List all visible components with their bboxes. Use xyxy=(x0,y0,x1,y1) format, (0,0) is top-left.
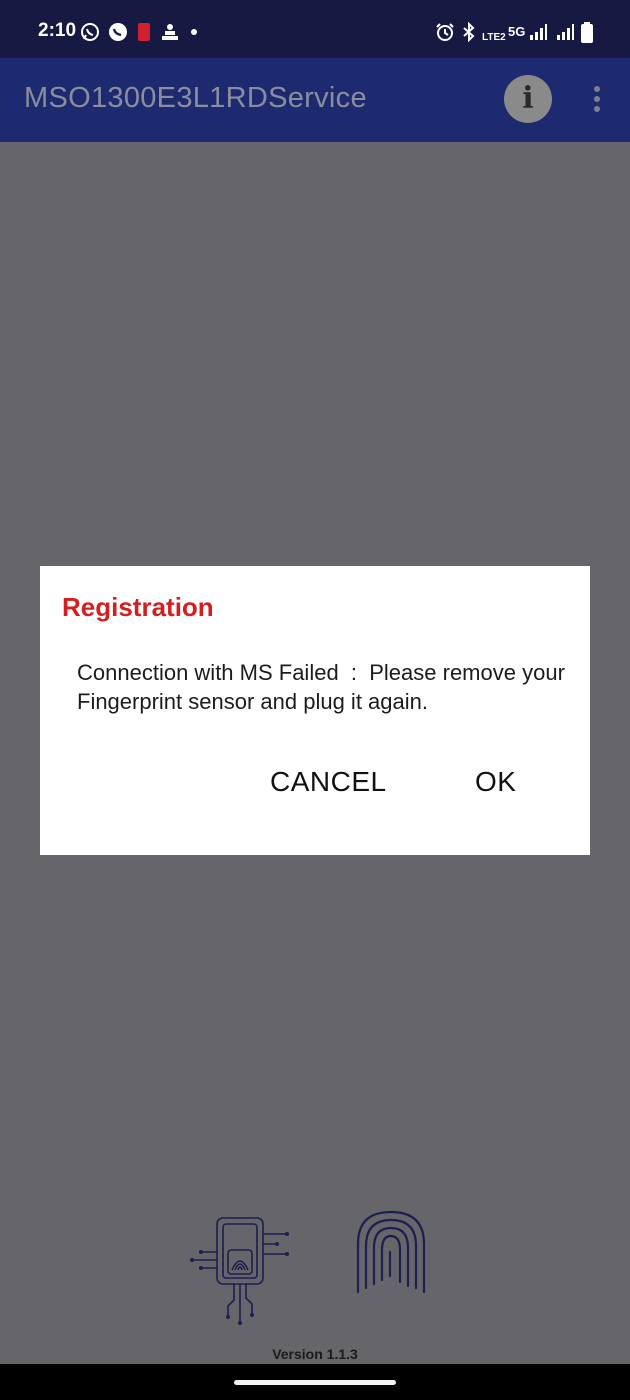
app-title: MSO1300E3L1RDService xyxy=(24,82,367,114)
whatsapp-icon xyxy=(81,23,99,41)
alarm-icon xyxy=(436,23,454,41)
red-app-icon xyxy=(138,23,150,41)
dialog-title: Registration xyxy=(62,592,214,622)
registration-dialog: Registration Connection with MS Failed :… xyxy=(40,566,590,855)
cancel-button[interactable]: CANCEL xyxy=(264,762,393,802)
status-time: 2:10 xyxy=(38,20,77,41)
signal-icon xyxy=(557,24,574,40)
info-icon[interactable]: i xyxy=(504,75,552,123)
home-gesture-handle[interactable] xyxy=(234,1380,396,1385)
status-bar: 2:10 LTE2 5G xyxy=(0,0,630,58)
app-icon xyxy=(162,24,178,40)
fingerprint-icon xyxy=(356,1210,426,1294)
battery-icon xyxy=(581,22,593,43)
fingerprint-device-icon xyxy=(190,1217,289,1325)
version-label: Version 1.1.3 xyxy=(272,1346,358,1362)
navigation-bar xyxy=(0,1364,630,1400)
overflow-dot xyxy=(594,106,600,112)
app-bar: MSO1300E3L1RDService i xyxy=(0,58,630,142)
volte-icon: LTE2 xyxy=(482,22,506,43)
notification-dot-icon xyxy=(191,29,197,35)
ok-button[interactable]: OK xyxy=(469,762,522,802)
volte-label: LTE2 xyxy=(482,32,506,43)
overflow-dot xyxy=(594,86,600,92)
whatsapp-business-icon xyxy=(109,23,127,41)
overflow-dot xyxy=(594,96,600,102)
dialog-message: Connection with MS Failed : Please remov… xyxy=(77,660,572,714)
signal-icon xyxy=(530,24,547,40)
network-type-label: 5G xyxy=(508,24,526,39)
overflow-menu-icon[interactable] xyxy=(585,84,609,114)
bluetooth-icon xyxy=(463,22,475,42)
